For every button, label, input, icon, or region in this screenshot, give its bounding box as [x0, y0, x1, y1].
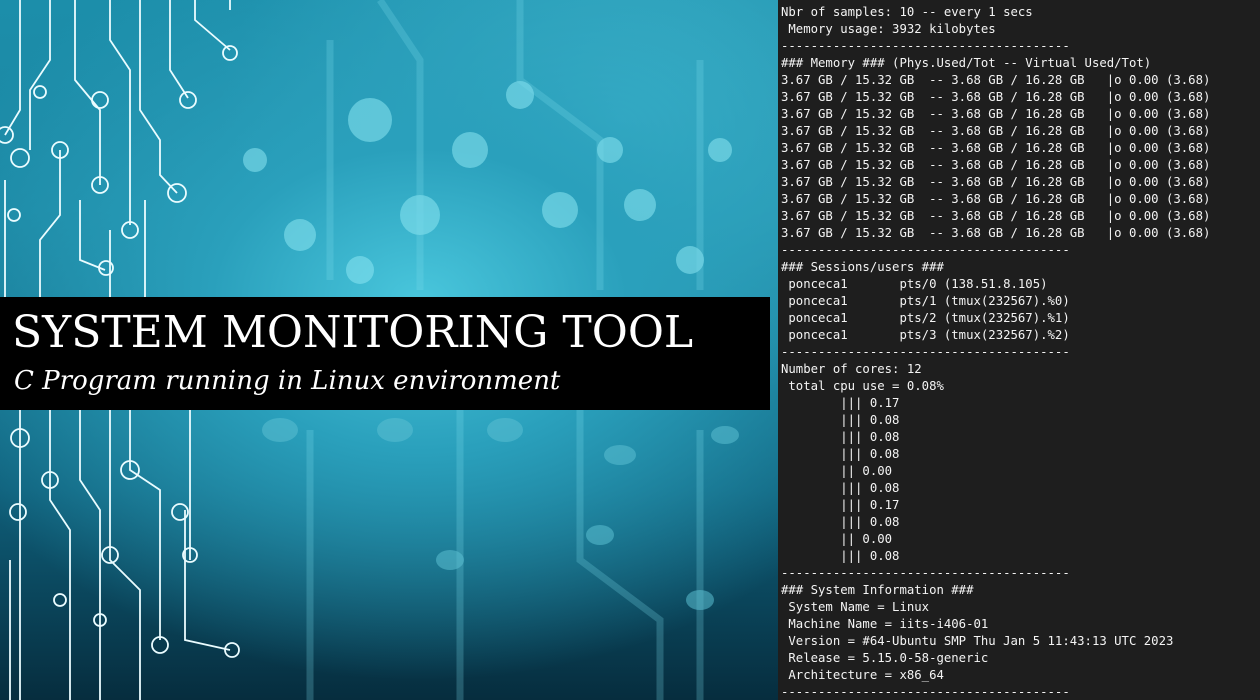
page-subtitle: C Program running in Linux environment [14, 366, 561, 396]
memory-row: 3.67 GB / 15.32 GB -- 3.68 GB / 16.28 GB… [781, 158, 1211, 172]
sessions-heading: ### Sessions/users ### [781, 260, 944, 274]
memory-row: 3.67 GB / 15.32 GB -- 3.68 GB / 16.28 GB… [781, 107, 1211, 121]
system-info-row: Architecture = x86_64 [781, 668, 944, 682]
memory-row: 3.67 GB / 15.32 GB -- 3.68 GB / 16.28 GB… [781, 124, 1211, 138]
memory-row: 3.67 GB / 15.32 GB -- 3.68 GB / 16.28 GB… [781, 226, 1211, 240]
system-info-row: Version = #64-Ubuntu SMP Thu Jan 5 11:43… [781, 634, 1174, 648]
memory-row: 3.67 GB / 15.32 GB -- 3.68 GB / 16.28 GB… [781, 73, 1211, 87]
cpu-bar-row: ||| 0.08 [781, 430, 900, 444]
separator-line: --------------------------------------- [781, 566, 1070, 580]
session-row: ponceca1 pts/3 (tmux(232567).%2) [781, 328, 1070, 342]
cpu-bar-row: ||| 0.17 [781, 396, 900, 410]
separator-line: --------------------------------------- [781, 345, 1070, 359]
memory-row: 3.67 GB / 15.32 GB -- 3.68 GB / 16.28 GB… [781, 141, 1211, 155]
memory-row: 3.67 GB / 15.32 GB -- 3.68 GB / 16.28 GB… [781, 175, 1211, 189]
title-banner: SYSTEM MONITORING TOOL C Program running… [0, 297, 770, 410]
cpu-bar-row: || 0.00 [781, 464, 893, 478]
memory-heading: ### Memory ### (Phys.Used/Tot -- Virtual… [781, 56, 1152, 70]
page-title: SYSTEM MONITORING TOOL [12, 307, 694, 358]
separator-line: --------------------------------------- [781, 39, 1070, 53]
cpu-bar-row: ||| 0.08 [781, 549, 900, 563]
separator-line: --------------------------------------- [781, 243, 1070, 257]
cpu-bar-row: ||| 0.08 [781, 447, 900, 461]
system-info-row: System Name = Linux [781, 600, 930, 614]
session-row: ponceca1 pts/2 (tmux(232567).%1) [781, 311, 1070, 325]
system-info-row: Release = 5.15.0-58-generic [781, 651, 989, 665]
separator-line: --------------------------------------- [781, 685, 1070, 699]
cores-line: Number of cores: 12 [781, 362, 922, 376]
terminal-window[interactable]: Nbr of samples: 10 -- every 1 secs Memor… [778, 0, 1260, 700]
cpu-bar-row: ||| 0.08 [781, 481, 900, 495]
session-row: ponceca1 pts/1 (tmux(232567).%0) [781, 294, 1070, 308]
cpu-bar-row: ||| 0.08 [781, 413, 900, 427]
cpu-bar-row: ||| 0.08 [781, 515, 900, 529]
memory-row: 3.67 GB / 15.32 GB -- 3.68 GB / 16.28 GB… [781, 209, 1211, 223]
session-row: ponceca1 pts/0 (138.51.8.105) [781, 277, 1048, 291]
cpu-bar-row: ||| 0.17 [781, 498, 900, 512]
memory-row: 3.67 GB / 15.32 GB -- 3.68 GB / 16.28 GB… [781, 192, 1211, 206]
total-cpu-line: total cpu use = 0.08% [781, 379, 944, 393]
system-info-row: Machine Name = iits-i406-01 [781, 617, 989, 631]
memory-row: 3.67 GB / 15.32 GB -- 3.68 GB / 16.28 GB… [781, 90, 1211, 104]
cpu-bar-row: || 0.00 [781, 532, 893, 546]
system-info-heading: ### System Information ### [781, 583, 974, 597]
memory-usage-line: Memory usage: 3932 kilobytes [781, 22, 996, 36]
samples-line: Nbr of samples: 10 -- every 1 secs [781, 5, 1033, 19]
